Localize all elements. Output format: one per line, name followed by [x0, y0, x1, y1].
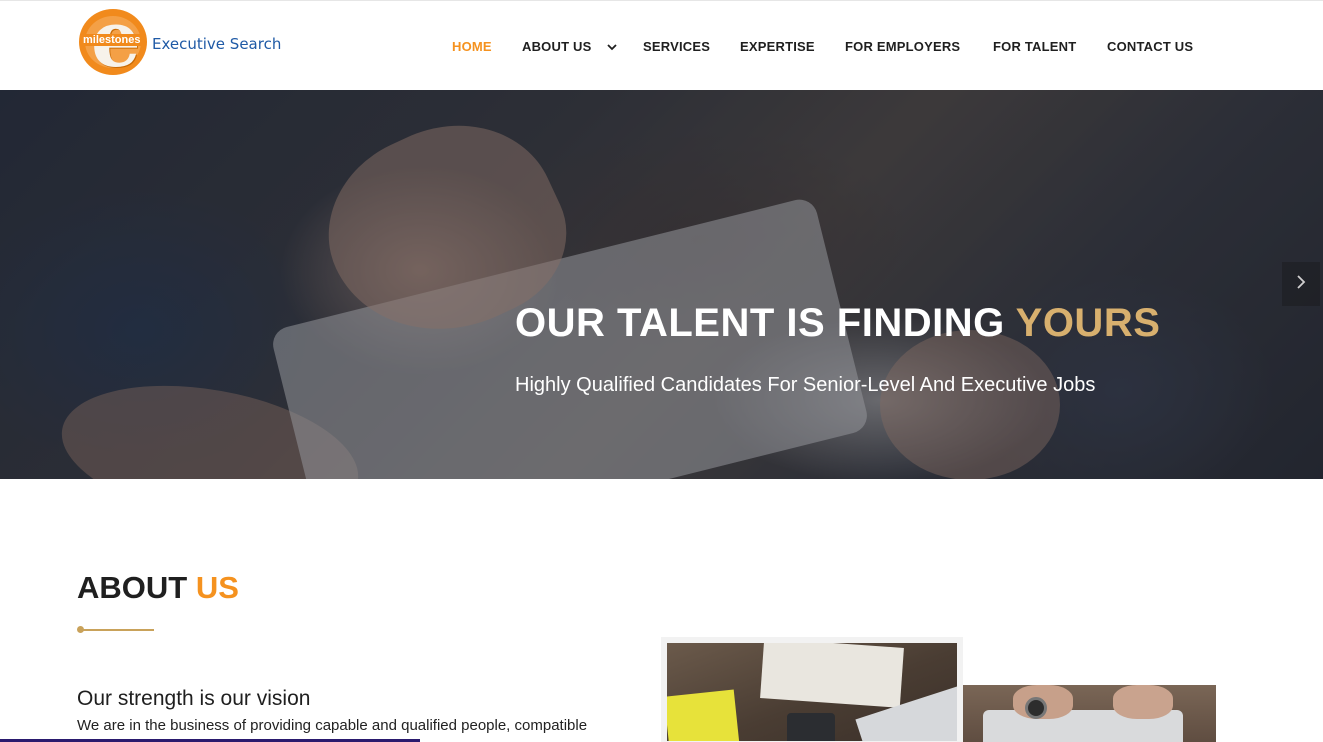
about-title: ABOUT US — [77, 570, 239, 606]
watch-icon — [1025, 697, 1047, 719]
about-subtitle: Our strength is our vision — [77, 687, 311, 710]
hero-subtitle: Highly Qualified Candidates For Senior-L… — [515, 374, 1096, 396]
nav-services[interactable]: SERVICES — [643, 39, 710, 54]
nav-expertise[interactable]: EXPERTISE — [740, 39, 815, 54]
about-photo-desk — [661, 637, 963, 742]
about-body-text: We are in the business of providing capa… — [77, 717, 588, 734]
nav-home[interactable]: HOME — [452, 39, 492, 54]
arm — [1113, 685, 1173, 719]
slider-next-button[interactable] — [1282, 262, 1320, 306]
divider-bar — [83, 629, 154, 631]
logo-tag: milestones — [81, 34, 143, 46]
chevron-right-icon — [1296, 274, 1306, 295]
hero-title-highlight: YOURS — [1015, 301, 1161, 345]
about-title-main: ABOUT — [77, 570, 188, 605]
hero-overlay — [0, 90, 1323, 479]
nav-about-us[interactable]: ABOUT US — [522, 39, 617, 54]
chevron-down-icon[interactable] — [607, 39, 617, 54]
about-title-highlight: US — [195, 570, 239, 605]
hero-title-main: OUR TALENT IS FINDING — [515, 301, 1005, 345]
site-header: e milestones Executive Search HOME ABOUT… — [0, 0, 1323, 90]
main-nav: HOME ABOUT US SERVICES EXPERTISE FOR EMP… — [0, 39, 1323, 55]
yellow-folder — [667, 689, 740, 741]
nav-contact-us[interactable]: CONTACT US — [1107, 39, 1193, 54]
phone — [787, 713, 835, 741]
nav-for-talent[interactable]: FOR TALENT — [993, 39, 1076, 54]
hero-banner: OUR TALENT IS FINDING YOURS Highly Quali… — [0, 90, 1323, 479]
about-photo-laptop — [963, 685, 1216, 742]
section-divider — [77, 625, 154, 633]
desk-image — [667, 643, 957, 741]
hero-title: OUR TALENT IS FINDING YOURS — [515, 301, 1160, 346]
notebook — [760, 643, 904, 708]
nav-about-us-label: ABOUT US — [522, 39, 592, 54]
nav-for-employers[interactable]: FOR EMPLOYERS — [845, 39, 960, 54]
